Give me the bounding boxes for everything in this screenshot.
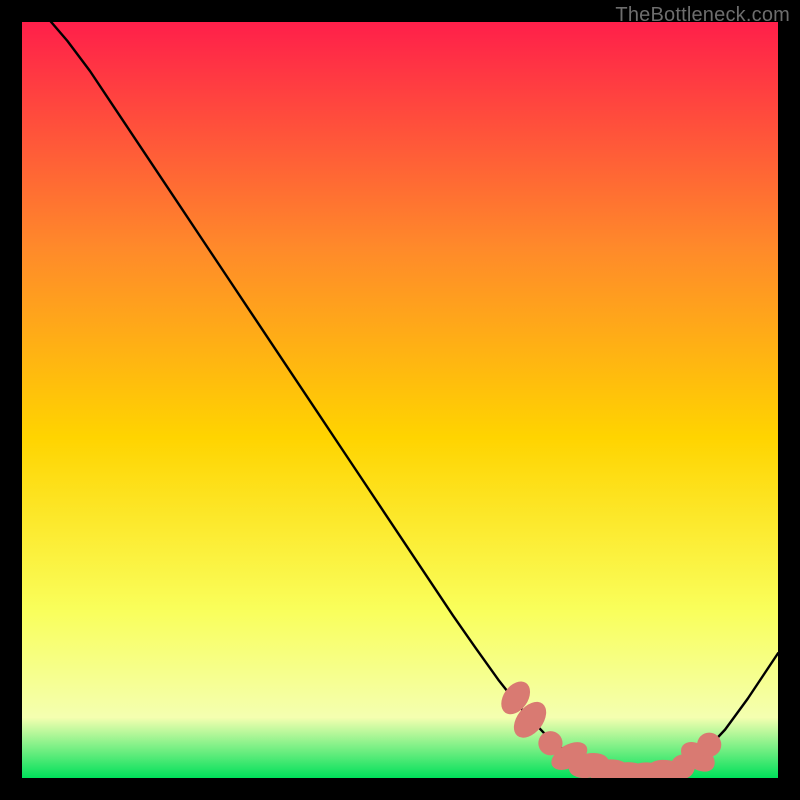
watermark-label: TheBottleneck.com [615, 4, 790, 27]
bottleneck-chart [22, 22, 778, 778]
curve-marker [697, 733, 721, 757]
chart-frame [22, 22, 778, 778]
gradient-background [22, 22, 778, 778]
